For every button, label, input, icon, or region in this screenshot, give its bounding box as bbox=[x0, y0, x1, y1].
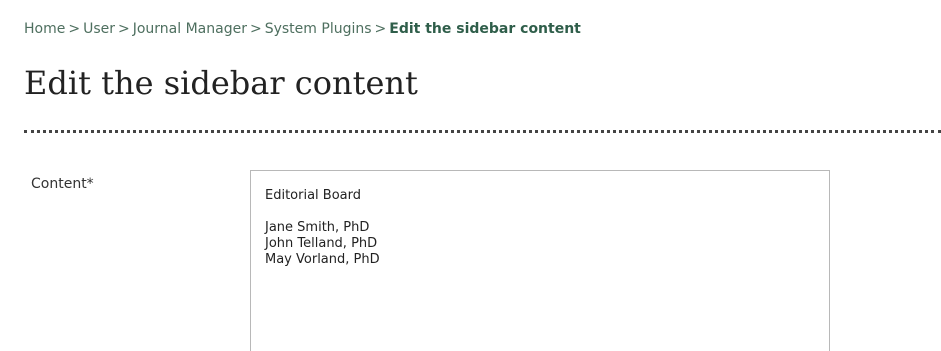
title-divider bbox=[24, 130, 941, 133]
breadcrumb-separator: > bbox=[374, 21, 387, 37]
breadcrumb-separator: > bbox=[249, 21, 262, 37]
breadcrumb-current: Edit the sidebar content bbox=[389, 21, 581, 37]
page-title: Edit the sidebar content bbox=[24, 64, 418, 102]
editor-body: Jane Smith, PhD John Telland, PhD May Vo… bbox=[265, 220, 815, 268]
editor-heading-text: Editorial Board bbox=[265, 188, 362, 203]
breadcrumb-link-system-plugins[interactable]: System Plugins bbox=[265, 21, 372, 37]
editor-line: Jane Smith, PhD bbox=[265, 220, 370, 235]
breadcrumb-separator: > bbox=[118, 21, 130, 37]
breadcrumb: Home > User > Journal Manager > System Plugins… bbox=[24, 21, 581, 37]
editor-line: John Telland, PhD bbox=[265, 236, 378, 251]
breadcrumb-link-user[interactable]: User bbox=[83, 21, 115, 37]
breadcrumb-link-home[interactable]: Home bbox=[24, 21, 65, 37]
editor-line: May Vorland, PhD bbox=[265, 252, 380, 267]
breadcrumb-separator: > bbox=[68, 21, 81, 37]
content-editor[interactable]: Editorial Board Jane Smith, PhD John Tel… bbox=[250, 170, 830, 351]
breadcrumb-link-journal-manager[interactable]: Journal Manager bbox=[133, 21, 247, 37]
content-field-label: Content* bbox=[31, 176, 94, 192]
